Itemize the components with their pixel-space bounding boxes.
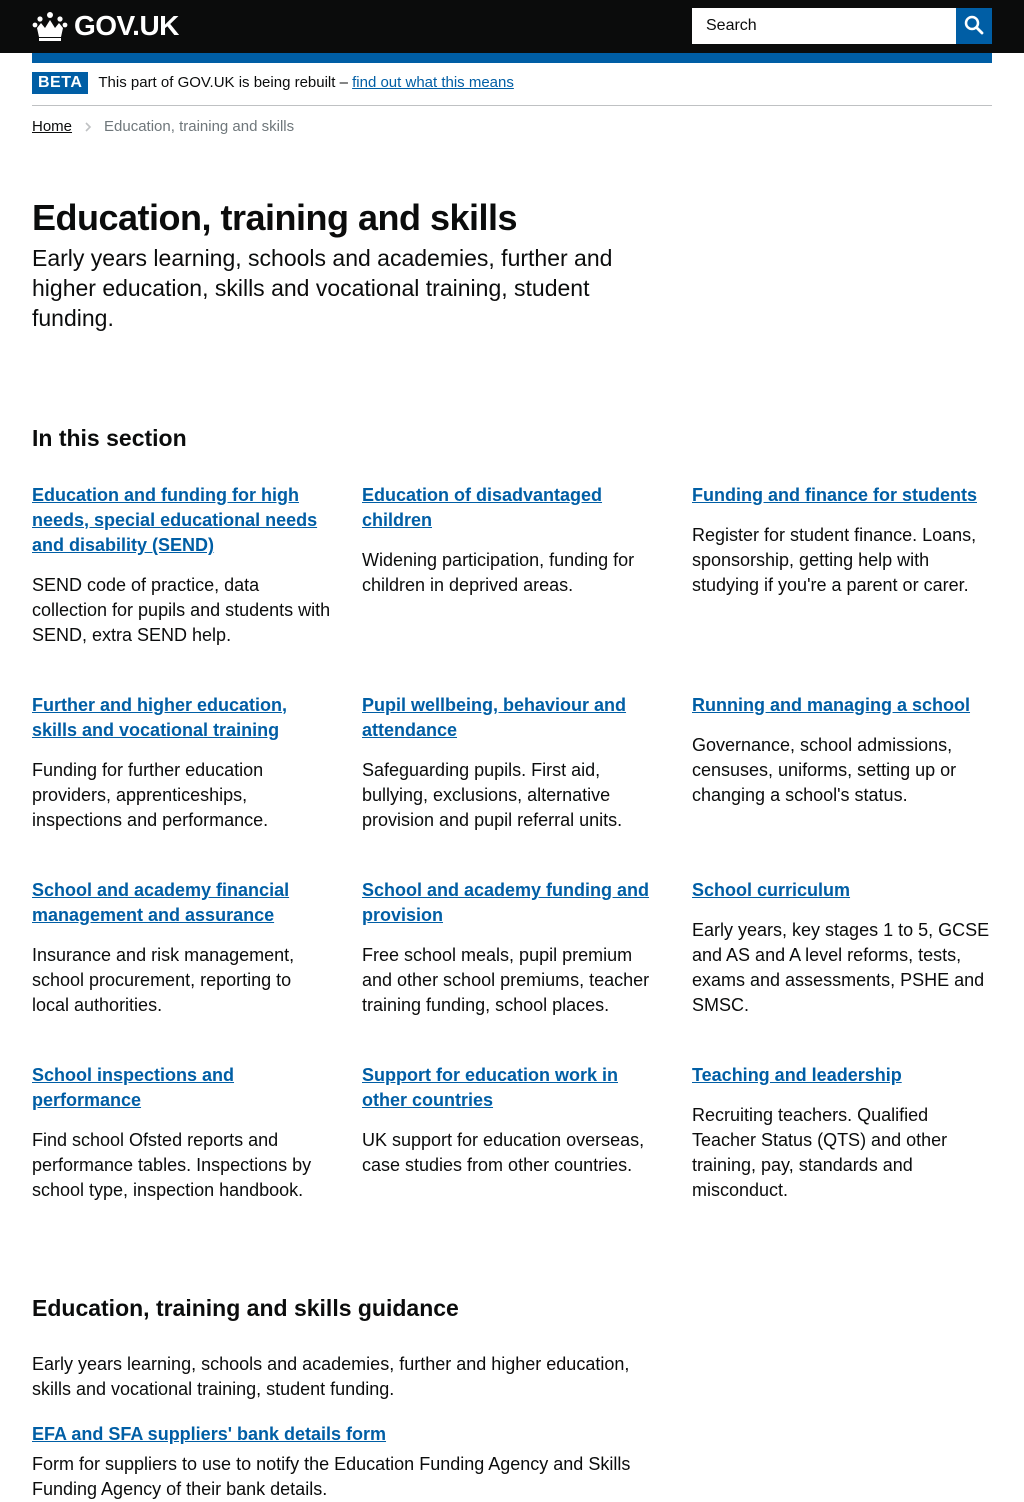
topic-description: Widening participation, funding for chil… bbox=[362, 550, 635, 595]
topic-item: Teaching and leadership Recruiting teach… bbox=[692, 1063, 992, 1203]
topic-item: Running and managing a school Governance… bbox=[692, 693, 992, 808]
crown-icon bbox=[32, 11, 68, 41]
section-heading: In this section bbox=[32, 425, 187, 451]
topic-description: SEND code of practice, data collection f… bbox=[32, 575, 331, 645]
topic-item: School inspections and performance Find … bbox=[32, 1063, 332, 1203]
beta-tag: BETA bbox=[32, 72, 89, 94]
topic-link[interactable]: Support for education work in other coun… bbox=[362, 1063, 662, 1113]
topic-item: Education and funding for high needs, sp… bbox=[32, 483, 332, 648]
topic-link[interactable]: Further and higher education, skills and… bbox=[32, 693, 332, 743]
search-form bbox=[692, 8, 992, 44]
guidance-link[interactable]: EFA and SFA suppliers' bank details form bbox=[32, 1422, 386, 1447]
topic-link[interactable]: Education of disadvantaged children bbox=[362, 483, 662, 533]
logo-text: GOV.UK bbox=[74, 10, 179, 41]
search-icon bbox=[964, 15, 984, 38]
topic-item: School and academy financial management … bbox=[32, 878, 332, 1018]
page-title: Education, training and skills bbox=[32, 197, 518, 238]
breadcrumb-current: Education, training and skills bbox=[104, 118, 295, 135]
topic-description: Funding for further education providers,… bbox=[32, 760, 269, 830]
topic-link[interactable]: School and academy funding and provision bbox=[362, 878, 662, 928]
page-lead: Early years learning, schools and academ… bbox=[32, 245, 613, 331]
topic-link[interactable]: Running and managing a school bbox=[692, 693, 992, 718]
topic-link[interactable]: Funding and finance for students bbox=[692, 483, 992, 508]
topic-description: Register for student finance. Loans, spo… bbox=[692, 525, 977, 595]
header-blue-bar bbox=[32, 53, 992, 63]
guidance-heading: Education, training and skills guidance bbox=[32, 1295, 459, 1321]
topic-description: Recruiting teachers. Qualified Teacher S… bbox=[692, 1105, 948, 1200]
topic-description: Early years, key stages 1 to 5, GCSE and… bbox=[692, 920, 990, 1015]
search-button[interactable] bbox=[956, 8, 992, 44]
topic-description: Free school meals, pupil premium and oth… bbox=[362, 945, 650, 1015]
chevron-right-icon bbox=[82, 117, 96, 137]
beta-text: This part of GOV.UK is being rebuilt – f… bbox=[98, 72, 514, 94]
topic-description: Governance, school admissions, censuses,… bbox=[692, 735, 957, 805]
govuk-logo-link[interactable]: GOV.UK bbox=[32, 9, 179, 43]
topic-item: Education of disadvantaged children Wide… bbox=[362, 483, 662, 598]
topic-item: Support for education work in other coun… bbox=[362, 1063, 662, 1178]
beta-info-link[interactable]: find out what this means bbox=[352, 74, 514, 91]
topic-link[interactable]: Pupil wellbeing, behaviour and attendanc… bbox=[362, 693, 662, 743]
topic-description: Insurance and risk management, school pr… bbox=[32, 945, 295, 1015]
beta-banner: BETA This part of GOV.UK is being rebuil… bbox=[32, 72, 992, 106]
breadcrumb: Home Education, training and skills bbox=[32, 117, 294, 137]
search-input[interactable] bbox=[692, 8, 956, 44]
topic-item: Funding and finance for students Registe… bbox=[692, 483, 992, 598]
topic-link[interactable]: School curriculum bbox=[692, 878, 992, 903]
topic-item: School curriculum Early years, key stage… bbox=[692, 878, 992, 1018]
topic-link[interactable]: School inspections and performance bbox=[32, 1063, 332, 1113]
guidance-link-description: Form for suppliers to use to notify the … bbox=[32, 1454, 631, 1499]
topic-link[interactable]: Education and funding for high needs, sp… bbox=[32, 483, 332, 558]
topic-item: School and academy funding and provision… bbox=[362, 878, 662, 1018]
topic-description: Safeguarding pupils. First aid, bullying… bbox=[362, 760, 623, 830]
topic-item: Pupil wellbeing, behaviour and attendanc… bbox=[362, 693, 662, 833]
topic-item: Further and higher education, skills and… bbox=[32, 693, 332, 833]
topic-link[interactable]: Teaching and leadership bbox=[692, 1063, 992, 1088]
breadcrumb-home-link[interactable]: Home bbox=[32, 117, 72, 137]
topic-description: Find school Ofsted reports and performan… bbox=[32, 1130, 312, 1200]
beta-message: This part of GOV.UK is being rebuilt – bbox=[98, 74, 353, 91]
topic-link[interactable]: School and academy financial management … bbox=[32, 878, 332, 928]
topic-description: UK support for education overseas, case … bbox=[362, 1130, 645, 1175]
guidance-lead: Early years learning, schools and academ… bbox=[32, 1354, 630, 1399]
site-header: GOV.UK bbox=[0, 0, 1024, 53]
